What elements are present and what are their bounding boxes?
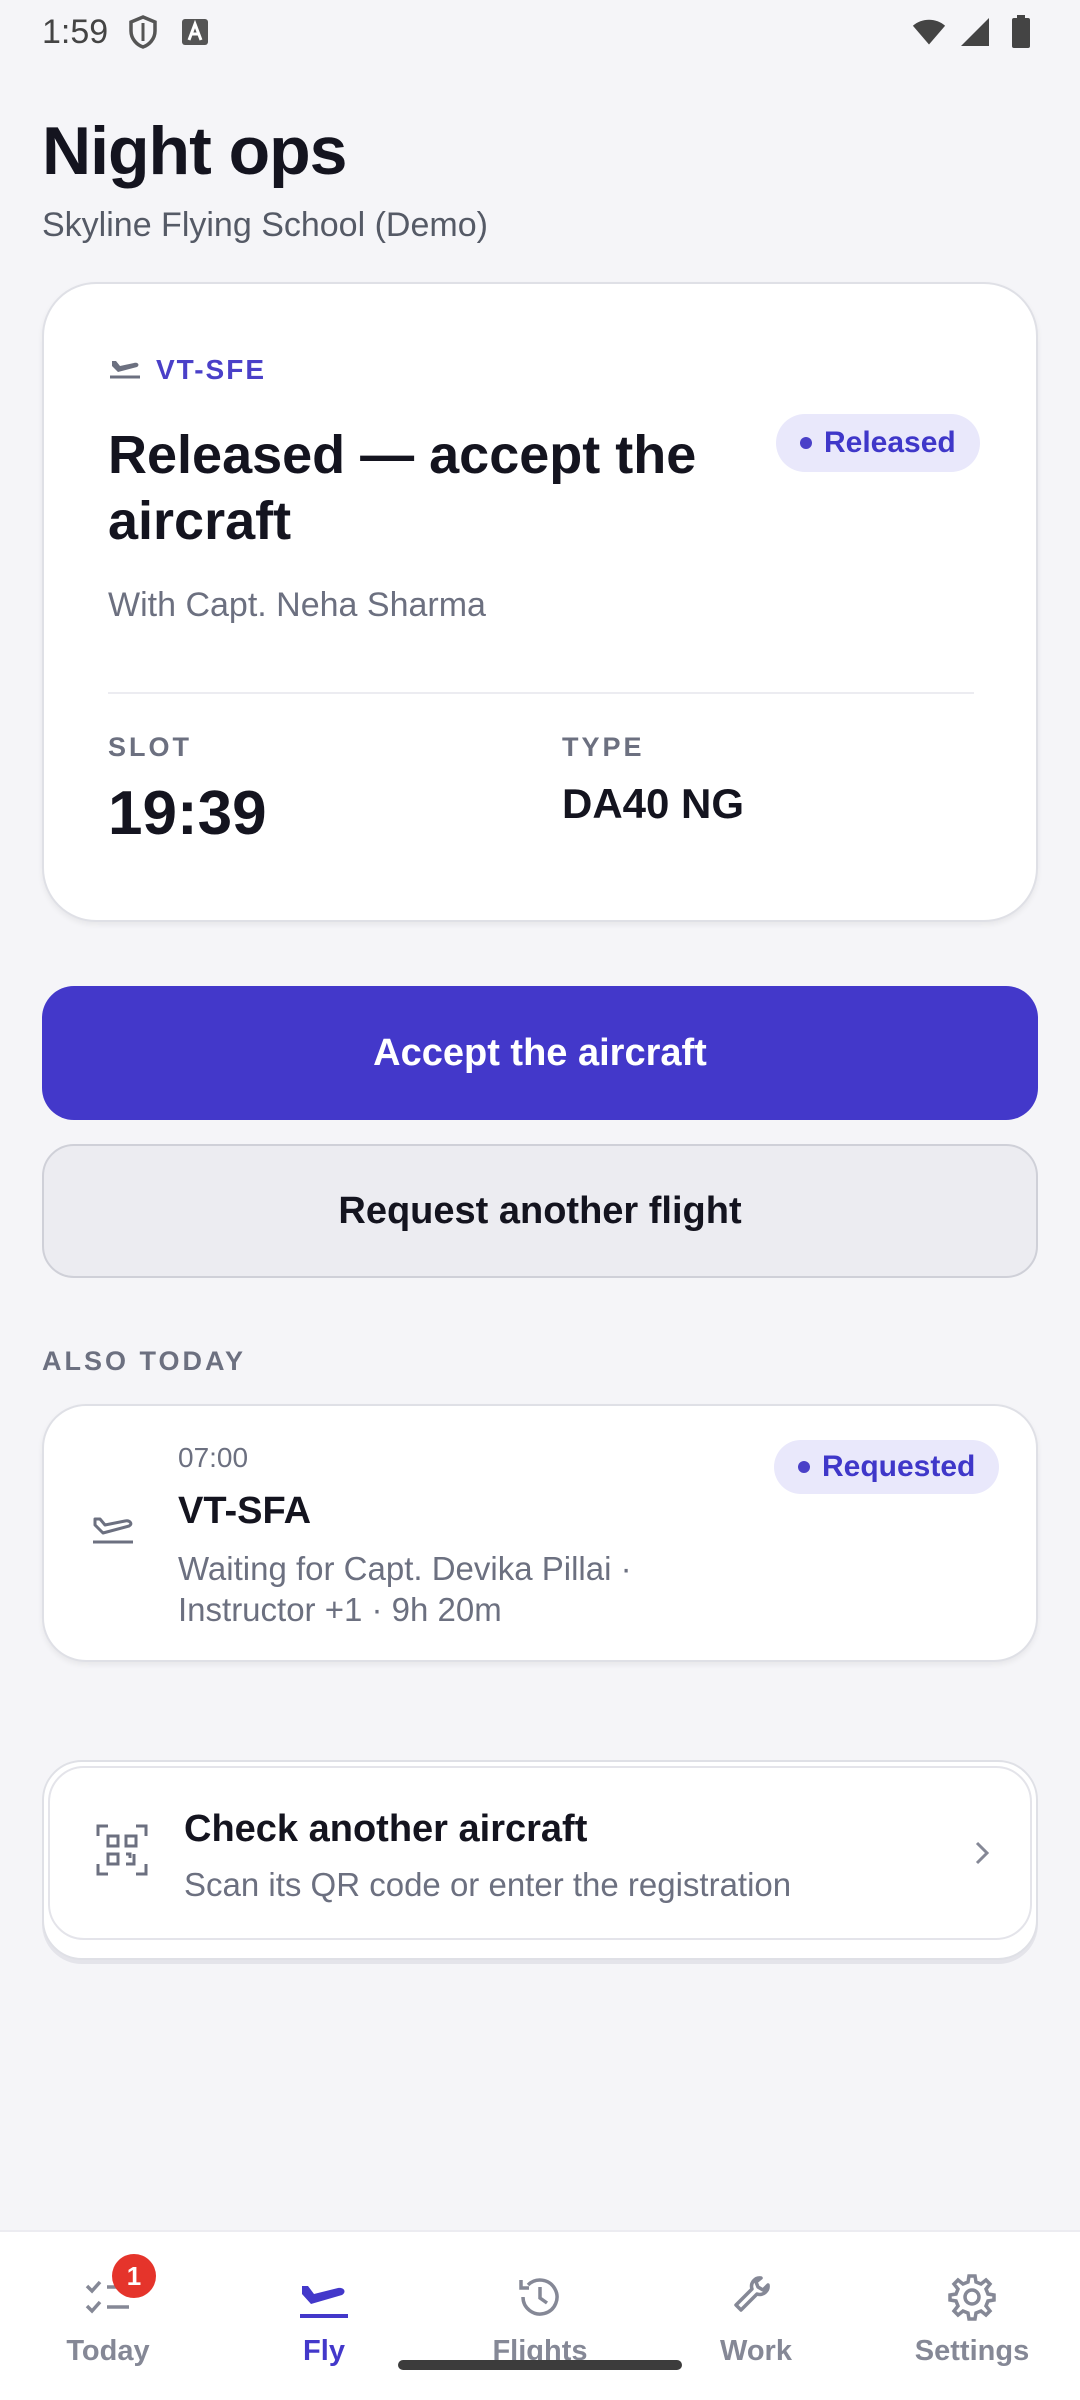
- notification-badge: 1: [112, 2254, 156, 2298]
- type-label: TYPE: [562, 732, 645, 762]
- status-bar: 1:59: [0, 0, 1080, 64]
- a-icon: [178, 15, 212, 49]
- nav-item-today[interactable]: 1 Today: [0, 2232, 216, 2400]
- history-icon: [515, 2272, 565, 2327]
- status-dot: [798, 1461, 810, 1473]
- slot-label: SLOT: [108, 732, 192, 762]
- accept-aircraft-button[interactable]: Accept the aircraft: [42, 986, 1038, 1120]
- nav-item-flights[interactable]: Flights: [432, 2232, 648, 2400]
- home-indicator[interactable]: [398, 2360, 682, 2370]
- gear-icon: [947, 2272, 997, 2327]
- wifi-icon: [912, 15, 946, 49]
- flight-status-heading: Released — accept the aircraft: [108, 425, 697, 551]
- page-subtitle: Skyline Flying School (Demo): [42, 206, 488, 244]
- status-time: 1:59: [42, 12, 109, 51]
- instructor-text: With Capt. Neha Sharma: [108, 586, 486, 624]
- registration-row: VT-SFE: [108, 354, 266, 386]
- check-another-aircraft-card[interactable]: Check another aircraft Scan its QR code …: [42, 1760, 1038, 1960]
- wrench-icon: [731, 2272, 781, 2327]
- nav-item-work[interactable]: Work: [648, 2232, 864, 2400]
- aircraft-registration: VT-SFE: [156, 354, 267, 385]
- slot-value: 19:39: [108, 779, 267, 848]
- qr-code-icon: [96, 1824, 148, 1881]
- status-badge-label: Released: [824, 426, 956, 459]
- nav-label: Settings: [914, 2335, 1030, 2367]
- request-another-flight-button[interactable]: Request another flight: [42, 1144, 1038, 1278]
- page-title: Night ops: [42, 113, 348, 189]
- chevron-right-icon: [974, 1840, 990, 1871]
- flight-registration: VT-SFA: [178, 1490, 312, 1532]
- check-card-inner: Check another aircraft Scan its QR code …: [48, 1766, 1032, 1940]
- takeoff-icon: [108, 355, 142, 386]
- check-aircraft-title: Check another aircraft: [184, 1808, 588, 1850]
- status-badge: Requested: [774, 1440, 1000, 1494]
- nav-item-settings[interactable]: Settings: [864, 2232, 1080, 2400]
- flight-time: 07:00: [178, 1442, 249, 1473]
- divider: [108, 692, 974, 694]
- check-aircraft-subtitle: Scan its QR code or enter the registrati…: [184, 1866, 792, 1903]
- takeoff-icon: [296, 2272, 352, 2327]
- status-dot: [800, 437, 812, 449]
- flight-detail: Waiting for Capt. Devika Pillai · Instru…: [178, 1550, 632, 1628]
- also-today-label: ALSO TODAY: [42, 1346, 247, 1376]
- battery-icon: [1004, 15, 1038, 49]
- nav-item-fly[interactable]: Fly: [216, 2232, 432, 2400]
- nav-label: Today: [66, 2335, 150, 2367]
- shield-icon: [126, 15, 160, 49]
- nav-label: Work: [720, 2335, 792, 2367]
- status-badge-label: Requested: [822, 1450, 976, 1483]
- list-item[interactable]: 07:00 VT-SFA Waiting for Capt. Devika Pi…: [42, 1404, 1038, 1662]
- status-badge: Released: [776, 414, 980, 472]
- signal-icon: [958, 15, 992, 49]
- type-value: DA40 NG: [562, 780, 745, 827]
- current-flight-card[interactable]: VT-SFE Released — accept the aircraft Re…: [42, 282, 1038, 922]
- takeoff-icon: [90, 1510, 136, 1551]
- bottom-nav: 1 Today Fly Flights Work Settings: [0, 2230, 1080, 2400]
- nav-label: Fly: [303, 2335, 345, 2367]
